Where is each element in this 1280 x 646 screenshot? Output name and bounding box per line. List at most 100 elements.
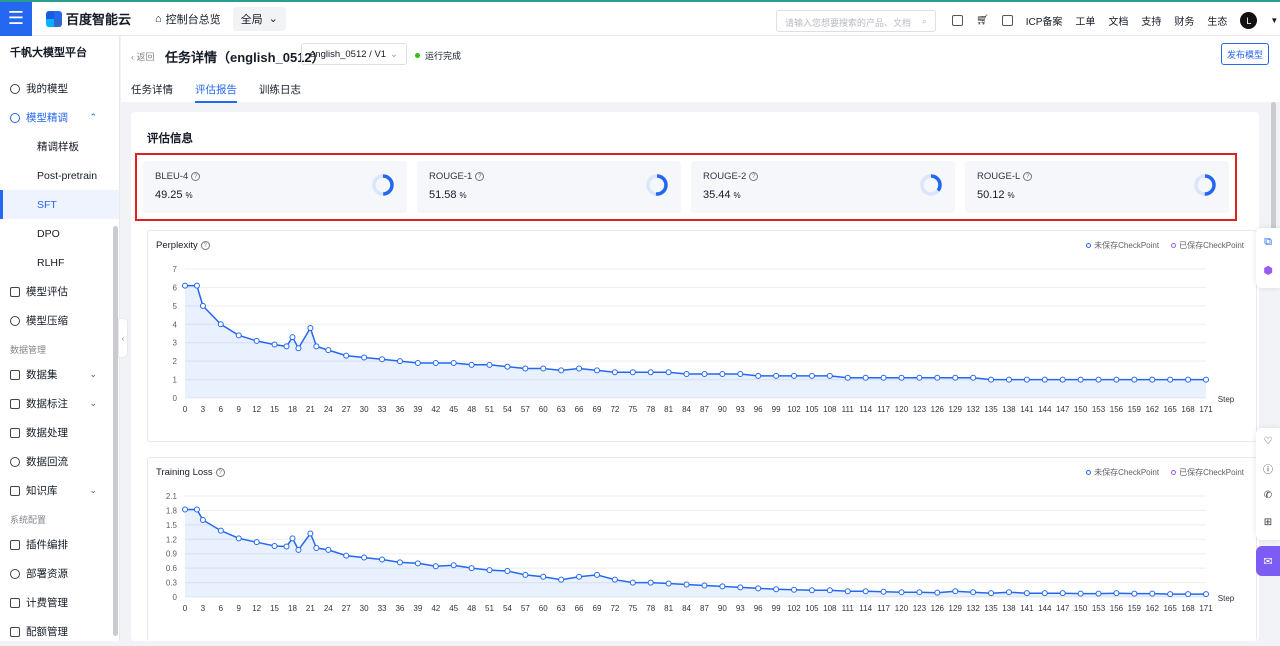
x-tick-label: 102 bbox=[787, 405, 801, 414]
publish-model-button[interactable]: 发布模型 bbox=[1221, 43, 1269, 65]
tab-task-details[interactable]: 任务详情 bbox=[131, 82, 173, 103]
sidebar-item-label: 数据回流 bbox=[26, 456, 68, 468]
link-finance[interactable]: 财务 bbox=[1174, 13, 1194, 28]
tab-eval-report[interactable]: 评估报告 bbox=[195, 82, 237, 103]
version-select[interactable]: english_0512 / V1 ⌄ bbox=[301, 43, 407, 65]
x-tick-label: 120 bbox=[895, 604, 909, 613]
brand-logo[interactable]: 百度智能云 bbox=[46, 9, 131, 28]
link-support[interactable]: 支持 bbox=[1141, 13, 1161, 28]
x-tick-label: 84 bbox=[682, 604, 691, 613]
x-tick-label: 114 bbox=[859, 405, 872, 414]
sidebar-item-reflow[interactable]: 数据回流 bbox=[0, 447, 119, 476]
sidebar-subitem-template[interactable]: 精调样板 bbox=[0, 132, 119, 161]
sidebar-subitem-dpo[interactable]: DPO bbox=[0, 219, 119, 248]
search-input[interactable]: 请输入您想要搜索的产品、文档 ⌕ bbox=[776, 10, 936, 32]
data-point bbox=[844, 374, 851, 381]
sidebar-item-label: 我的模型 bbox=[26, 83, 68, 95]
sidebar-item-compress[interactable]: 模型压缩 bbox=[0, 306, 119, 335]
x-tick-label: 117 bbox=[877, 604, 890, 613]
data-point bbox=[1131, 376, 1138, 383]
data-point bbox=[916, 589, 923, 596]
help-icon[interactable]: ? bbox=[1023, 172, 1033, 181]
sidebar-item-plugin[interactable]: 插件编排 bbox=[0, 530, 119, 559]
console-link[interactable]: ⌂ 控制台总览 bbox=[155, 11, 221, 27]
metric-name: ROUGE-1 bbox=[429, 171, 473, 182]
sidebar-collapse-handle[interactable]: ‹ bbox=[118, 318, 128, 358]
link-ticket[interactable]: 工单 bbox=[1075, 13, 1095, 28]
sidebar-item-billing[interactable]: 计费管理 bbox=[0, 588, 119, 617]
phone-icon[interactable]: ✆ bbox=[1256, 482, 1280, 509]
cloud-logo-icon bbox=[46, 10, 62, 27]
sidebar-item-quota[interactable]: 配额管理 bbox=[0, 617, 119, 646]
x-tick-label: 141 bbox=[1020, 604, 1034, 613]
data-point bbox=[826, 372, 833, 379]
metric-unit: % bbox=[1007, 191, 1015, 200]
link-docs[interactable]: 文档 bbox=[1108, 13, 1128, 28]
sidebar-item-my-models[interactable]: 我的模型 bbox=[0, 74, 119, 103]
sidebar-item-annotation[interactable]: 数据标注 ⌄ bbox=[0, 389, 119, 418]
data-point bbox=[773, 586, 780, 593]
x-tick-label: 81 bbox=[664, 604, 673, 613]
back-link[interactable]: ‹ 返回 bbox=[131, 50, 155, 63]
sidebar-subitem-post-pretrain[interactable]: Post-pretrain bbox=[0, 161, 119, 190]
x-tick-label: 39 bbox=[413, 604, 422, 613]
data-point bbox=[199, 517, 206, 524]
sidebar-item-knowledge[interactable]: 知识库 ⌄ bbox=[0, 476, 119, 505]
x-tick-label: 21 bbox=[306, 604, 315, 613]
tab-training-log[interactable]: 训练日志 bbox=[259, 82, 301, 103]
sidebar-item-evaluate[interactable]: 模型评估 bbox=[0, 277, 119, 306]
sidebar-item-label: 模型评估 bbox=[26, 286, 68, 298]
link-ecosystem[interactable]: 生态 bbox=[1207, 13, 1227, 28]
data-point bbox=[988, 376, 995, 383]
data-point bbox=[486, 361, 493, 368]
chat-icon[interactable]: ✉ bbox=[1256, 546, 1280, 576]
qrcode-icon[interactable] bbox=[952, 15, 963, 26]
grid-icon[interactable]: ⊞ bbox=[1256, 509, 1280, 536]
billing-icon bbox=[10, 597, 20, 608]
training-loss-plot[interactable]: 00.30.60.91.21.51.82.10 3 6 9 12 15 18 21 24 27 30… bbox=[148, 458, 1258, 642]
sidebar-subitem-sft[interactable]: SFT bbox=[0, 190, 119, 219]
cart-icon[interactable]: 🛒︎ bbox=[976, 15, 989, 26]
avatar[interactable]: L bbox=[1240, 12, 1258, 29]
help-icon[interactable]: ? bbox=[475, 172, 485, 181]
x-axis-label: Step bbox=[1218, 395, 1235, 404]
data-point bbox=[522, 365, 529, 372]
caret-down-icon[interactable]: ▼ bbox=[1270, 16, 1278, 25]
x-tick-label: 159 bbox=[1128, 604, 1142, 613]
sidebar-item-processing[interactable]: 数据处理 bbox=[0, 418, 119, 447]
message-icon[interactable] bbox=[1001, 15, 1013, 26]
version-value: english_0512 / V1 bbox=[310, 49, 387, 60]
data-point bbox=[343, 552, 350, 559]
search-icon[interactable]: ⌕ bbox=[922, 16, 927, 26]
help-icon[interactable]: ? bbox=[749, 172, 759, 181]
sidebar-item-dataset[interactable]: 数据集 ⌄ bbox=[0, 360, 119, 389]
assistant-icon[interactable]: ⬢ bbox=[1256, 256, 1280, 284]
share-icon[interactable]: ⧉ bbox=[1256, 228, 1280, 256]
brand-name: 百度智能云 bbox=[66, 12, 132, 27]
data-point bbox=[558, 367, 565, 374]
help-circle-icon[interactable]: ⓘ bbox=[1256, 455, 1280, 482]
data-point bbox=[701, 582, 708, 589]
sidebar-item-deploy[interactable]: 部署资源 bbox=[0, 559, 119, 588]
x-tick-label: 42 bbox=[431, 405, 440, 414]
sidebar-item-tuning[interactable]: 模型精调 ⌃ bbox=[0, 103, 119, 132]
x-tick-label: 57 bbox=[521, 405, 530, 414]
data-point bbox=[504, 568, 511, 575]
link-icp[interactable]: ICP备案 bbox=[1026, 13, 1063, 28]
plugin-icon bbox=[10, 539, 20, 550]
help-icon[interactable]: ? bbox=[191, 172, 201, 181]
sidebar-scrollbar[interactable] bbox=[113, 226, 118, 636]
x-tick-label: 90 bbox=[718, 604, 727, 613]
region-selector[interactable]: 全局 ⌄ bbox=[232, 6, 286, 31]
data-point bbox=[271, 341, 278, 348]
sidebar-item-label: 配额管理 bbox=[26, 626, 68, 638]
x-tick-label: 147 bbox=[1056, 405, 1070, 414]
x-tick-label: 45 bbox=[449, 604, 458, 613]
sidebar-subitem-rlhf[interactable]: RLHF bbox=[0, 248, 119, 277]
menu-icon[interactable]: ☰ bbox=[0, 1, 32, 36]
data-point bbox=[791, 586, 798, 593]
perplexity-plot[interactable]: 012345670 3 6 9 12 15 18 21 24 27 30 33 36 39 42 45 48 51… bbox=[148, 231, 1258, 443]
metric-unit: % bbox=[185, 191, 193, 200]
x-tick-label: 42 bbox=[431, 604, 440, 613]
favorite-icon[interactable]: ♡ bbox=[1256, 428, 1280, 455]
